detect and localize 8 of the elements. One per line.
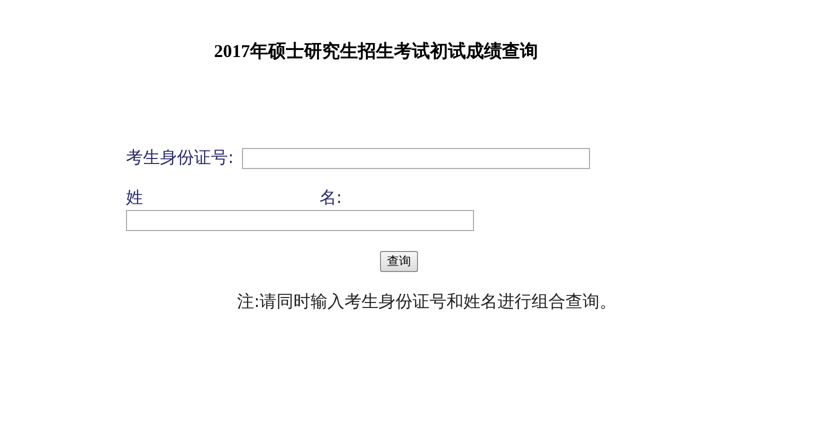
name-field[interactable] <box>126 210 474 231</box>
page-title: 2017年硕士研究生招生考试初试成绩查询 <box>213 40 539 63</box>
note-text: 注:请同时输入考生身份证号和姓名进行组合查询。 <box>236 291 618 314</box>
id-number-label: 考生身份证号: <box>126 147 234 170</box>
name-label: 名: <box>319 187 342 210</box>
name-label: 姓 <box>126 187 143 210</box>
id-number-field[interactable] <box>242 148 590 168</box>
query-button[interactable]: 查询 <box>380 251 418 272</box>
